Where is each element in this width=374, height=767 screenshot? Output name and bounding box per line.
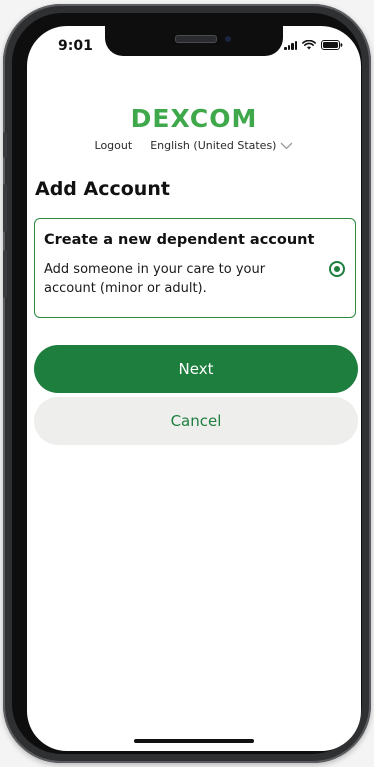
top-links: Logout English (United States) — [27, 139, 361, 152]
page-title: Add Account — [35, 178, 170, 200]
status-icons — [284, 40, 343, 50]
chevron-down-icon — [281, 142, 293, 149]
side-button — [3, 184, 7, 232]
status-time: 9:01 — [58, 38, 93, 54]
camera-icon — [225, 36, 231, 42]
signal-icon — [284, 40, 297, 50]
cancel-button[interactable]: Cancel — [34, 397, 358, 445]
option-title: Create a new dependent account — [44, 232, 315, 248]
dexcom-logo: DEXCOM — [130, 104, 258, 133]
radio-selected-icon[interactable] — [329, 261, 345, 277]
notch — [105, 26, 283, 56]
next-button[interactable]: Next — [34, 345, 358, 393]
option-description: Add someone in your care to your account… — [44, 262, 266, 296]
side-button — [3, 250, 7, 298]
home-indicator — [134, 739, 254, 743]
app-screen: 9:01 DEXCOM Logout English (United State… — [27, 26, 361, 751]
language-label: English (United States) — [150, 139, 277, 152]
logout-link[interactable]: Logout — [95, 139, 133, 152]
phone-frame: 9:01 DEXCOM Logout English (United State… — [3, 4, 371, 763]
side-button — [3, 132, 7, 158]
dependent-account-option[interactable]: Create a new dependent account Add someo… — [34, 218, 356, 318]
language-selector[interactable]: English (United States) — [150, 139, 293, 152]
wifi-icon — [302, 40, 316, 50]
speaker — [175, 35, 217, 43]
battery-icon — [321, 40, 343, 50]
